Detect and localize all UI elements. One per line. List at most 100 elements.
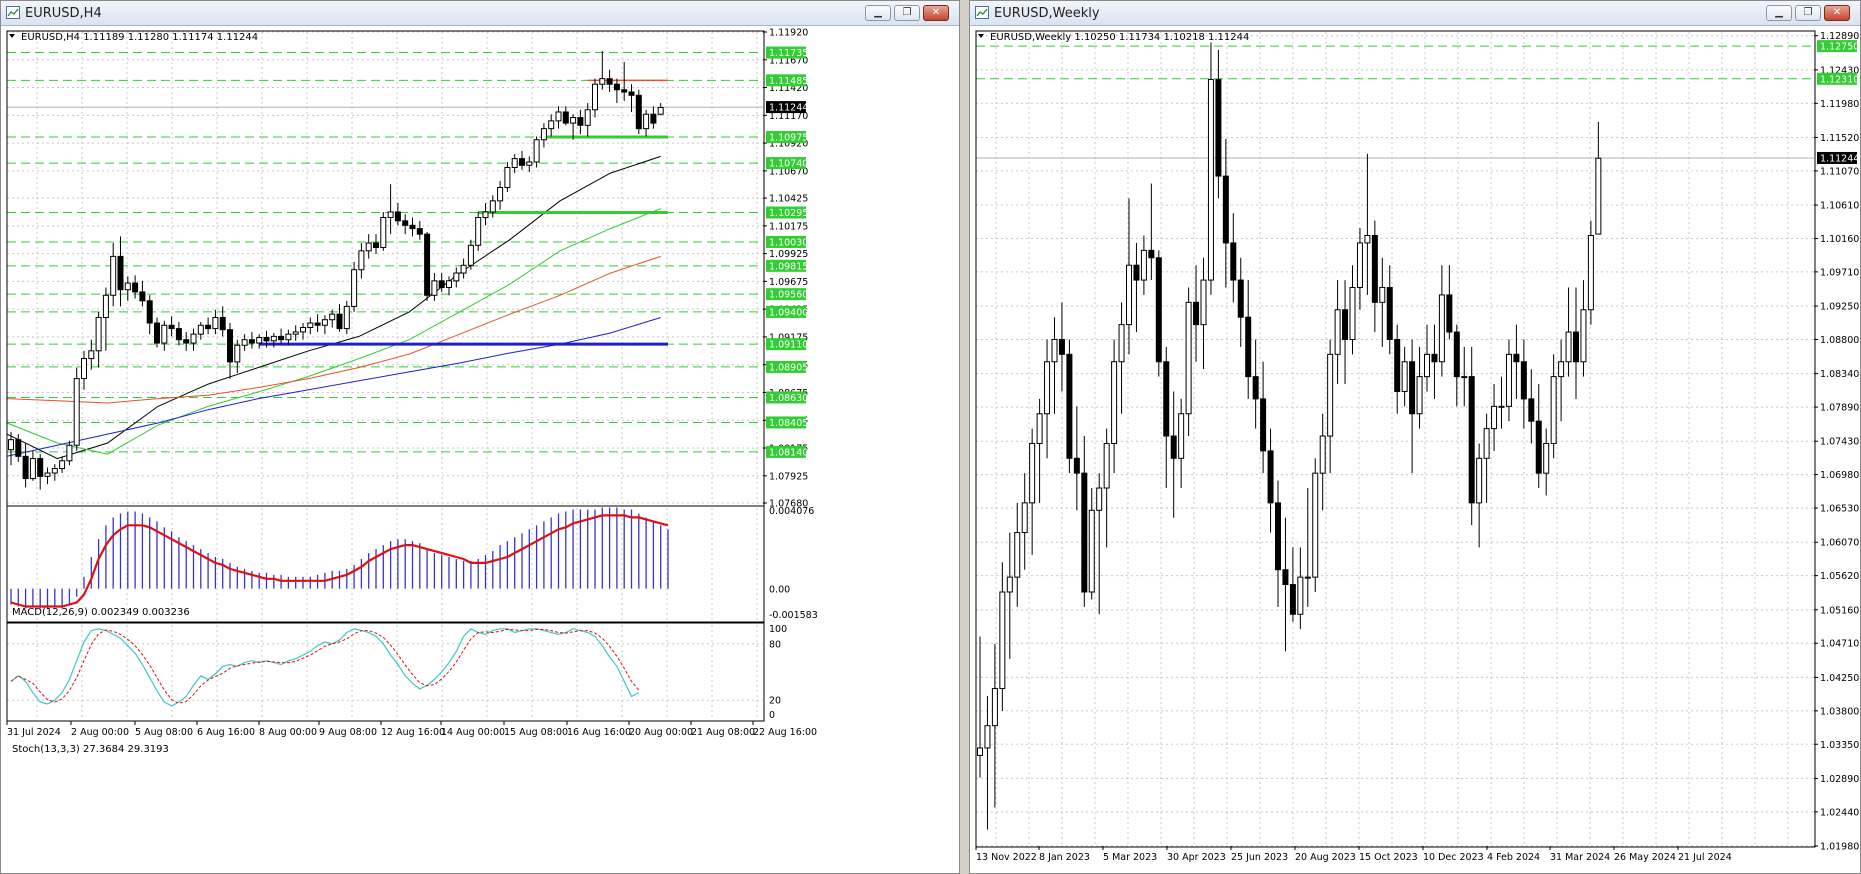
candle-body: [212, 316, 219, 330]
candle-body: [635, 94, 642, 130]
minimize-button[interactable]: ▁: [865, 5, 891, 21]
candle-body: [329, 313, 336, 321]
candle-body: [1476, 457, 1483, 504]
candle-body: [1178, 413, 1185, 459]
candle-body: [1014, 532, 1021, 578]
candle-body: [1118, 324, 1125, 363]
close-button[interactable]: ✕: [1824, 5, 1850, 21]
price-axis-label: 1.07430: [1820, 437, 1859, 448]
level-tag: 1.09110: [769, 340, 808, 351]
candle-body: [1416, 376, 1423, 415]
candle-body: [1491, 405, 1498, 430]
chart-window-eurusd-weekly[interactable]: EURUSD,Weekly ▁ ❐ ✕ 1.12890 1.12430 1.1198…: [969, 0, 1861, 874]
candle-body: [1401, 361, 1408, 392]
candle-body: [44, 472, 51, 477]
candle-body: [1349, 286, 1356, 340]
window-title: EURUSD,Weekly: [994, 6, 1100, 21]
candle-body: [643, 113, 650, 130]
window-titlebar[interactable]: EURUSD,Weekly ▁ ❐ ✕: [970, 1, 1860, 26]
candle-body: [999, 591, 1006, 690]
candle-body: [234, 344, 241, 363]
restore-button[interactable]: ❐: [894, 5, 920, 21]
candle-body: [628, 91, 635, 96]
chart-area-h4[interactable]: 1.119201.116701.114201.111701.109201.106…: [1, 26, 959, 874]
candle-body: [431, 280, 438, 296]
time-axis-label: 21 Jul 2024: [1678, 852, 1732, 863]
candle-body: [1126, 264, 1132, 326]
candle-body: [124, 282, 131, 291]
time-axis-label: 20 Aug 00:00: [629, 727, 693, 738]
chart-window-icon: [975, 6, 989, 19]
candle-body: [1267, 450, 1274, 504]
minimize-button[interactable]: ▁: [1766, 5, 1792, 21]
time-axis-label: 22 Aug 16:00: [753, 727, 817, 738]
close-button[interactable]: ✕: [923, 5, 949, 21]
candle-body: [1215, 79, 1222, 177]
candle-body: [1565, 331, 1572, 363]
candle-body: [132, 282, 139, 293]
candle-body: [1066, 353, 1073, 459]
candle-body: [15, 439, 22, 457]
candle-body: [482, 211, 489, 219]
candle-body: [285, 333, 292, 341]
time-axis-label: 8 Aug 00:00: [259, 727, 317, 738]
candle-body: [984, 725, 991, 749]
window-titlebar[interactable]: EURUSD,H4 ▁ ❐ ✕: [1, 1, 959, 26]
price-axis-label: 1.10160: [1820, 234, 1859, 245]
candle-body: [22, 455, 29, 480]
candle-body: [365, 242, 372, 252]
candle-body: [409, 224, 416, 230]
candle-body: [1394, 338, 1401, 392]
candle-body: [1155, 257, 1162, 363]
candle-body: [1133, 264, 1140, 281]
candle-body: [380, 217, 387, 249]
restore-button[interactable]: ❐: [1795, 5, 1821, 21]
candle-body: [613, 83, 620, 91]
candle-body: [1081, 472, 1088, 593]
price-axis-label: 1.01980: [1820, 842, 1859, 853]
candle-body: [1088, 509, 1095, 593]
time-axis-label: 20 Aug 2023: [1295, 852, 1356, 863]
candle-body: [270, 335, 277, 342]
candle-body: [1111, 361, 1118, 444]
price-axis-label: 1.02440: [1820, 807, 1859, 818]
time-axis-label: 31 Mar 2024: [1550, 852, 1610, 863]
candle-body: [81, 358, 87, 380]
price-axis-label: 1.06530: [1820, 504, 1859, 515]
candle-body: [1006, 576, 1013, 593]
candle-body: [263, 336, 270, 342]
candle-body: [519, 158, 525, 166]
candle-body: [446, 280, 452, 288]
time-axis-label: 15 Aug 08:00: [504, 727, 568, 738]
macd-axis-label: -0.001583: [769, 610, 818, 621]
candle-body: [227, 329, 233, 363]
chart-area-weekly[interactable]: 1.128901.124301.119801.115201.110701.106…: [970, 26, 1860, 874]
candle-body: [548, 120, 555, 130]
candle-body: [977, 747, 983, 756]
current-price-tag: 1.11244: [769, 103, 808, 114]
candle-body: [1140, 249, 1147, 281]
price-axis-label: 1.07925: [769, 471, 808, 482]
time-axis-label: 25 Jun 2023: [1231, 852, 1288, 863]
candle-body: [1356, 242, 1363, 288]
chart-window-eurusd-h4[interactable]: EURUSD,H4 ▁ ❐ ✕ 1.11920 1.11670 1.11420 1.1…: [0, 0, 960, 874]
candle-body: [1342, 309, 1349, 340]
price-axis-label: 1.09710: [1820, 267, 1859, 278]
candle-body: [562, 111, 569, 124]
time-axis-label: 5 Mar 2023: [1103, 852, 1157, 863]
candle-body: [657, 107, 664, 115]
candle-body: [1185, 301, 1192, 415]
candle-body: [1148, 249, 1155, 259]
candle-body: [533, 139, 540, 163]
candle-body: [1505, 353, 1512, 407]
candle-body: [154, 322, 160, 344]
candle-body: [1282, 569, 1289, 586]
price-axis-label: 1.09925: [769, 249, 808, 260]
candle-body: [161, 324, 168, 344]
price-axis-label: 1.04250: [1820, 673, 1859, 684]
candle-body: [1252, 376, 1259, 400]
candle-body: [307, 322, 314, 328]
candle-body: [1021, 502, 1028, 534]
time-axis-label: 14 Aug 00:00: [441, 727, 505, 738]
candle-body: [1237, 279, 1244, 318]
